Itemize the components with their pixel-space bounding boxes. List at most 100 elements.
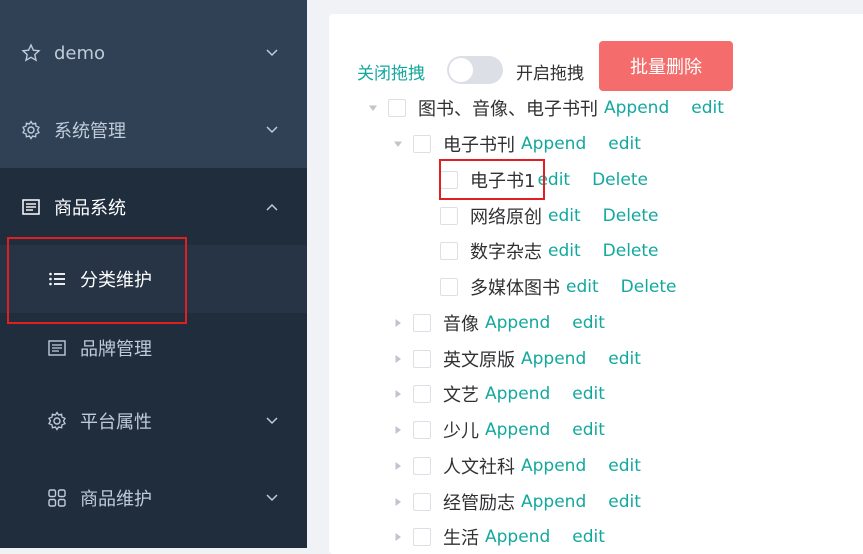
caret-right-icon[interactable] — [391, 495, 405, 509]
sidebar-item-label: 商品系统 — [54, 198, 126, 219]
tree-node[interactable]: 多媒体图书 edit Delete — [440, 272, 677, 302]
main-panel: 关闭拖拽 开启拖拽 批量删除 图书、音像、电子书刊 Append edit 电子… — [329, 14, 863, 554]
caret-right-icon[interactable] — [391, 352, 405, 366]
edit-link[interactable]: edit — [608, 134, 641, 154]
append-link[interactable]: Append — [485, 313, 550, 333]
checkbox[interactable] — [440, 171, 458, 189]
edit-link[interactable]: edit — [572, 384, 605, 404]
tree-node[interactable]: 电子书刊 Append edit — [391, 129, 641, 159]
edit-link[interactable]: edit — [608, 492, 641, 512]
node-label: 图书、音像、电子书刊 — [418, 99, 598, 120]
tree-node[interactable]: 英文原版 Append edit — [391, 344, 641, 374]
caret-down-icon[interactable] — [391, 137, 405, 151]
edit-link[interactable]: edit — [566, 277, 599, 297]
tree-node[interactable]: 电子书1 edit Delete — [440, 165, 648, 195]
sidebar-item-product-maint[interactable]: 商品维护 — [0, 465, 307, 531]
node-label: 人文社科 — [443, 457, 515, 478]
star-icon — [20, 42, 42, 64]
tree-node[interactable]: 数字杂志 edit Delete — [440, 236, 659, 266]
edit-link[interactable]: edit — [572, 313, 605, 333]
gear-icon — [20, 119, 42, 141]
toolbar: 关闭拖拽 开启拖拽 批量删除 — [357, 41, 857, 95]
append-link[interactable]: Append — [521, 492, 586, 512]
checkbox[interactable] — [388, 99, 406, 117]
node-label: 多媒体图书 — [470, 278, 560, 299]
chevron-down-icon — [266, 126, 278, 134]
sidebar-item-demo[interactable]: demo — [0, 20, 307, 86]
caret-down-icon[interactable] — [366, 101, 380, 115]
checkbox[interactable] — [440, 207, 458, 225]
sidebar-item-brand[interactable]: 品牌管理 — [0, 315, 307, 381]
delete-link[interactable]: Delete — [603, 206, 659, 226]
edit-link[interactable]: edit — [572, 420, 605, 440]
edit-link[interactable]: edit — [691, 98, 724, 118]
delete-link[interactable]: Delete — [603, 241, 659, 261]
edit-link[interactable]: edit — [608, 456, 641, 476]
sidebar-item-category[interactable]: 分类维护 — [0, 245, 307, 313]
append-link[interactable]: Append — [485, 527, 550, 547]
caret-right-icon[interactable] — [391, 423, 405, 437]
drag-off-label[interactable]: 关闭拖拽 — [357, 59, 425, 84]
edit-link[interactable]: edit — [537, 170, 570, 190]
caret-right-icon[interactable] — [391, 387, 405, 401]
drag-on-label[interactable]: 开启拖拽 — [516, 59, 584, 84]
sidebar-item-product-system[interactable]: 商品系统 — [0, 174, 307, 240]
sidebar-item-label: 品牌管理 — [80, 339, 152, 360]
caret-right-icon[interactable] — [391, 316, 405, 330]
tree-node[interactable]: 网络原创 edit Delete — [440, 201, 659, 231]
checkbox[interactable] — [413, 528, 431, 546]
chevron-down-icon — [266, 49, 278, 57]
node-label: 文艺 — [443, 385, 479, 406]
toggle-knob — [449, 58, 473, 82]
tree-node-root[interactable]: 图书、音像、电子书刊 Append edit — [366, 93, 724, 123]
sidebar-item-label: 平台属性 — [80, 412, 152, 433]
sidebar-item-system[interactable]: 系统管理 — [0, 97, 307, 163]
checkbox[interactable] — [413, 135, 431, 153]
append-link[interactable]: Append — [521, 349, 586, 369]
checkbox[interactable] — [413, 314, 431, 332]
node-label: 经管励志 — [443, 493, 515, 514]
delete-link[interactable]: Delete — [621, 277, 677, 297]
append-link[interactable]: Append — [604, 98, 669, 118]
caret-right-icon[interactable] — [391, 530, 405, 544]
tree-node[interactable]: 文艺 Append edit — [391, 379, 605, 409]
node-label: 电子书1 — [470, 171, 536, 192]
caret-right-icon[interactable] — [391, 459, 405, 473]
checkbox[interactable] — [440, 278, 458, 296]
append-link[interactable]: Append — [521, 134, 586, 154]
delete-link[interactable]: Delete — [592, 170, 648, 190]
edit-link[interactable]: edit — [608, 349, 641, 369]
checkbox[interactable] — [413, 457, 431, 475]
checkbox[interactable] — [413, 385, 431, 403]
chevron-up-icon — [266, 203, 278, 211]
append-link[interactable]: Append — [485, 384, 550, 404]
sidebar-item-platform-attr[interactable]: 平台属性 — [0, 388, 307, 454]
edit-link[interactable]: edit — [572, 527, 605, 547]
tree-node[interactable]: 少儿 Append edit — [391, 415, 605, 445]
edit-link[interactable]: edit — [548, 206, 581, 226]
append-link[interactable]: Append — [485, 420, 550, 440]
tree-node[interactable]: 经管励志 Append edit — [391, 487, 641, 517]
tree-node[interactable]: 音像 Append edit — [391, 308, 605, 338]
append-link[interactable]: Append — [521, 456, 586, 476]
node-label: 网络原创 — [470, 207, 542, 228]
sidebar-item-label: demo — [54, 42, 106, 64]
sidebar: demo 系统管理 商品系统 分类维护 品牌管理 平台属性 商品维护 — [0, 0, 307, 548]
checkbox[interactable] — [413, 350, 431, 368]
grid-icon — [46, 487, 68, 509]
edit-link[interactable]: edit — [548, 241, 581, 261]
sidebar-item-label: 系统管理 — [54, 121, 126, 142]
sidebar-item-label: 分类维护 — [80, 270, 152, 291]
checkbox[interactable] — [413, 493, 431, 511]
batch-delete-button[interactable]: 批量删除 — [599, 41, 733, 91]
tree-node[interactable]: 人文社科 Append edit — [391, 451, 641, 481]
drag-toggle[interactable] — [447, 56, 503, 84]
document-icon — [20, 196, 42, 218]
sidebar-item-label: 商品维护 — [80, 489, 152, 510]
chevron-down-icon — [266, 494, 278, 502]
checkbox[interactable] — [413, 421, 431, 439]
checkbox[interactable] — [440, 242, 458, 260]
node-label: 少儿 — [443, 421, 479, 442]
node-label: 音像 — [443, 314, 479, 335]
node-label: 英文原版 — [443, 350, 515, 371]
